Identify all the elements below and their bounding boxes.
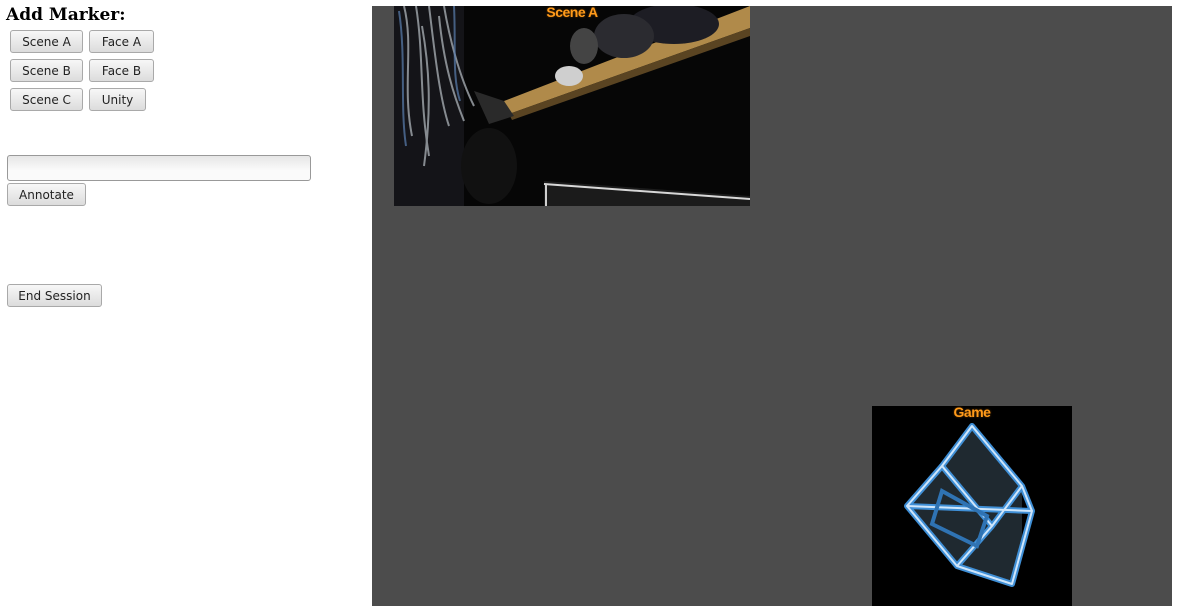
video-stage: Scene A Game xyxy=(372,6,1172,606)
annotate-button[interactable]: Annotate xyxy=(7,183,86,206)
scene-camera-image xyxy=(394,6,750,206)
annotation-input[interactable] xyxy=(7,155,311,181)
add-marker-heading: Add Marker: xyxy=(6,5,126,25)
face-a-button[interactable]: Face A xyxy=(89,30,154,53)
face-b-button[interactable]: Face B xyxy=(89,59,154,82)
scene-c-button[interactable]: Scene C xyxy=(10,88,83,111)
scene-feed-label: Scene A xyxy=(546,6,598,20)
unity-button[interactable]: Unity xyxy=(89,88,146,111)
game-video-feed[interactable]: Game xyxy=(872,406,1072,606)
scene-a-button[interactable]: Scene A xyxy=(10,30,83,53)
end-session-button[interactable]: End Session xyxy=(7,284,102,307)
wireframe-cube-icon xyxy=(872,406,1072,606)
game-feed-label: Game xyxy=(953,406,991,420)
scene-b-button[interactable]: Scene B xyxy=(10,59,83,82)
scene-a-video-feed[interactable]: Scene A xyxy=(394,6,750,206)
